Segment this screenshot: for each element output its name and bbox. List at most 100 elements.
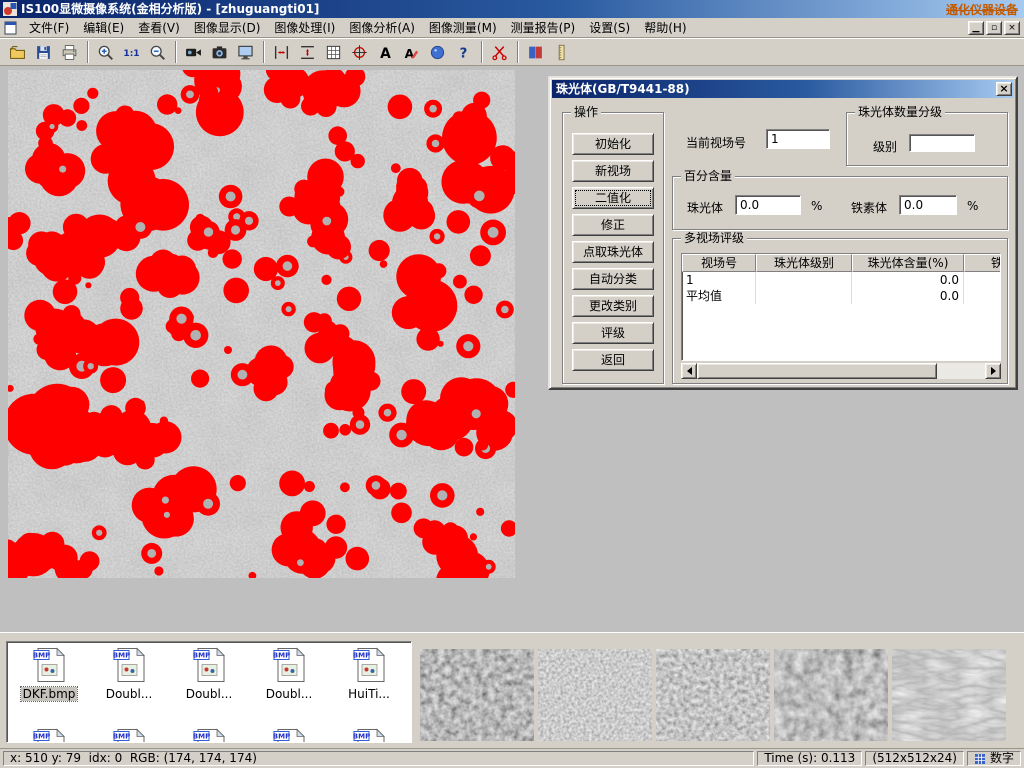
help-button[interactable]: ?	[451, 40, 476, 65]
caliper-vertical-button[interactable]	[295, 40, 320, 65]
menu-item[interactable]: 查看(V)	[131, 17, 187, 38]
file-item[interactable]: BMP	[91, 728, 167, 743]
text-icon: A	[377, 44, 394, 61]
camera-button[interactable]	[207, 40, 232, 65]
crosshair-button[interactable]	[347, 40, 372, 65]
dialog-title-bar[interactable]: 珠光体(GB/T9441-88) ×	[552, 80, 1014, 98]
rating-table[interactable]: 视场号珠光体级别珠光体含量(%)铁素 10.0平均值0.0	[681, 253, 1001, 361]
thumbnail-image[interactable]	[656, 649, 770, 741]
multifield-group-label: 多视场评级	[681, 231, 747, 245]
actual-size-button[interactable]: 1:1	[119, 40, 144, 65]
toolbar-separator	[175, 41, 177, 63]
menu-item[interactable]: 图像测量(M)	[422, 17, 504, 38]
operation-button[interactable]: 返回	[572, 349, 654, 371]
color-marker-button[interactable]	[523, 40, 548, 65]
grid-cell: 平均值	[682, 288, 756, 304]
menu-item[interactable]: 图像处理(I)	[267, 17, 342, 38]
thumbnail-image[interactable]	[420, 649, 534, 741]
time-status: Time (s): 0.113	[757, 751, 862, 766]
svg-text:?: ?	[460, 46, 468, 61]
file-item[interactable]: BMP Doubl...	[251, 647, 327, 701]
level-input[interactable]	[909, 134, 975, 152]
file-item[interactable]: BMPDKF.bmp	[11, 647, 87, 701]
zoom-in-button[interactable]	[93, 40, 118, 65]
micrograph-image[interactable]	[8, 70, 515, 578]
file-item[interactable]: BMPDoubl...	[91, 647, 167, 701]
file-label[interactable]: HuiTi...	[346, 687, 392, 701]
menu-item[interactable]: 测量报告(P)	[504, 17, 583, 38]
file-label[interactable]: DKF.bmp	[21, 687, 78, 701]
menu-item[interactable]: 文件(F)	[22, 17, 76, 38]
pearlite-input[interactable]	[735, 195, 801, 215]
print-button[interactable]	[57, 40, 82, 65]
operation-button[interactable]: 评级	[572, 322, 654, 344]
bmp-file-icon: BMP	[273, 647, 306, 683]
horizontal-scrollbar[interactable]	[681, 363, 1001, 379]
cut-button[interactable]	[487, 40, 512, 65]
thumbnail-image[interactable]	[774, 649, 888, 741]
thumbnail-image[interactable]	[892, 649, 1006, 741]
ferrite-input[interactable]	[899, 195, 957, 215]
caliper-horizontal-button[interactable]	[269, 40, 294, 65]
file-item[interactable]: BMP	[11, 728, 87, 743]
operation-button[interactable]: 初始化	[572, 133, 654, 155]
text-edit-button[interactable]: A	[399, 40, 424, 65]
operation-button[interactable]: 自动分类	[572, 268, 654, 290]
grid-header-cell[interactable]: 铁素	[964, 254, 1001, 272]
scroll-left-button[interactable]	[681, 363, 697, 379]
save-icon	[35, 44, 52, 61]
file-item[interactable]: BMP	[251, 728, 327, 743]
video-camera-icon	[185, 44, 202, 61]
menu-item[interactable]: 图像显示(D)	[187, 17, 268, 38]
close-button[interactable]: ×	[1004, 21, 1020, 35]
ruler-button[interactable]	[549, 40, 574, 65]
file-item[interactable]: BMP	[331, 728, 407, 743]
current-field-input[interactable]	[766, 129, 830, 149]
scroll-right-button[interactable]	[985, 363, 1001, 379]
grid-header-cell[interactable]: 珠光体含量(%)	[852, 254, 964, 272]
restore-button[interactable]: ▫	[986, 21, 1002, 35]
minimize-button[interactable]: ▁	[968, 21, 984, 35]
zoom-out-button[interactable]	[145, 40, 170, 65]
file-item[interactable]: BMPHuiTi...	[331, 647, 407, 701]
title-bar[interactable]: IS100显微摄像系统(金相分析版) - [zhuguangti01] 通化仪器…	[0, 0, 1024, 18]
operation-button[interactable]: 更改类别	[572, 295, 654, 317]
operation-button[interactable]: 新视场	[572, 160, 654, 182]
palette-button[interactable]	[425, 40, 450, 65]
file-item[interactable]: BMP	[171, 728, 247, 743]
open-button[interactable]	[5, 40, 30, 65]
display-button[interactable]	[233, 40, 258, 65]
dialog-close-button[interactable]: ×	[996, 82, 1012, 96]
grid-header-cell[interactable]: 珠光体级别	[756, 254, 852, 272]
multifield-group: 多视场评级 视场号珠光体级别珠光体含量(%)铁素 10.0平均值0.0	[672, 238, 1008, 384]
svg-text:BMP: BMP	[113, 733, 130, 741]
menu-item[interactable]: 图像分析(A)	[342, 17, 422, 38]
menu-item[interactable]: 设置(S)	[582, 17, 637, 38]
table-row[interactable]: 平均值0.0	[682, 288, 1000, 304]
operation-button[interactable]: 修正	[572, 214, 654, 236]
grid-frame-button[interactable]	[321, 40, 346, 65]
display-icon	[237, 44, 254, 61]
operation-button[interactable]: 点取珠光体	[572, 241, 654, 263]
menu-item[interactable]: 帮助(H)	[637, 17, 693, 38]
file-list[interactable]: BMPDKF.bmpBMPDoubl...BMPDoubl...BMPDoubl…	[6, 641, 412, 743]
thumbnail-image[interactable]	[538, 649, 652, 741]
file-label[interactable]: Doubl...	[184, 687, 235, 701]
grid-header-cell[interactable]: 视场号	[682, 254, 756, 272]
scroll-thumb[interactable]	[697, 363, 937, 379]
menu-item[interactable]: 编辑(E)	[76, 17, 131, 38]
save-button[interactable]	[31, 40, 56, 65]
file-item[interactable]: BMPDoubl...	[171, 647, 247, 701]
svg-text:A: A	[405, 46, 415, 60]
video-camera-button[interactable]	[181, 40, 206, 65]
ruler-icon	[553, 44, 570, 61]
file-label[interactable]: Doubl...	[104, 687, 155, 701]
operation-button[interactable]: 二值化	[572, 187, 654, 209]
help-icon: ?	[455, 44, 472, 61]
bmp-file-icon: BMP	[113, 728, 146, 743]
scroll-track[interactable]	[697, 363, 985, 379]
text-button[interactable]: A	[373, 40, 398, 65]
child-window-icon[interactable]	[3, 21, 19, 35]
table-row[interactable]: 10.0	[682, 272, 1000, 288]
file-label[interactable]: Doubl...	[264, 687, 315, 701]
